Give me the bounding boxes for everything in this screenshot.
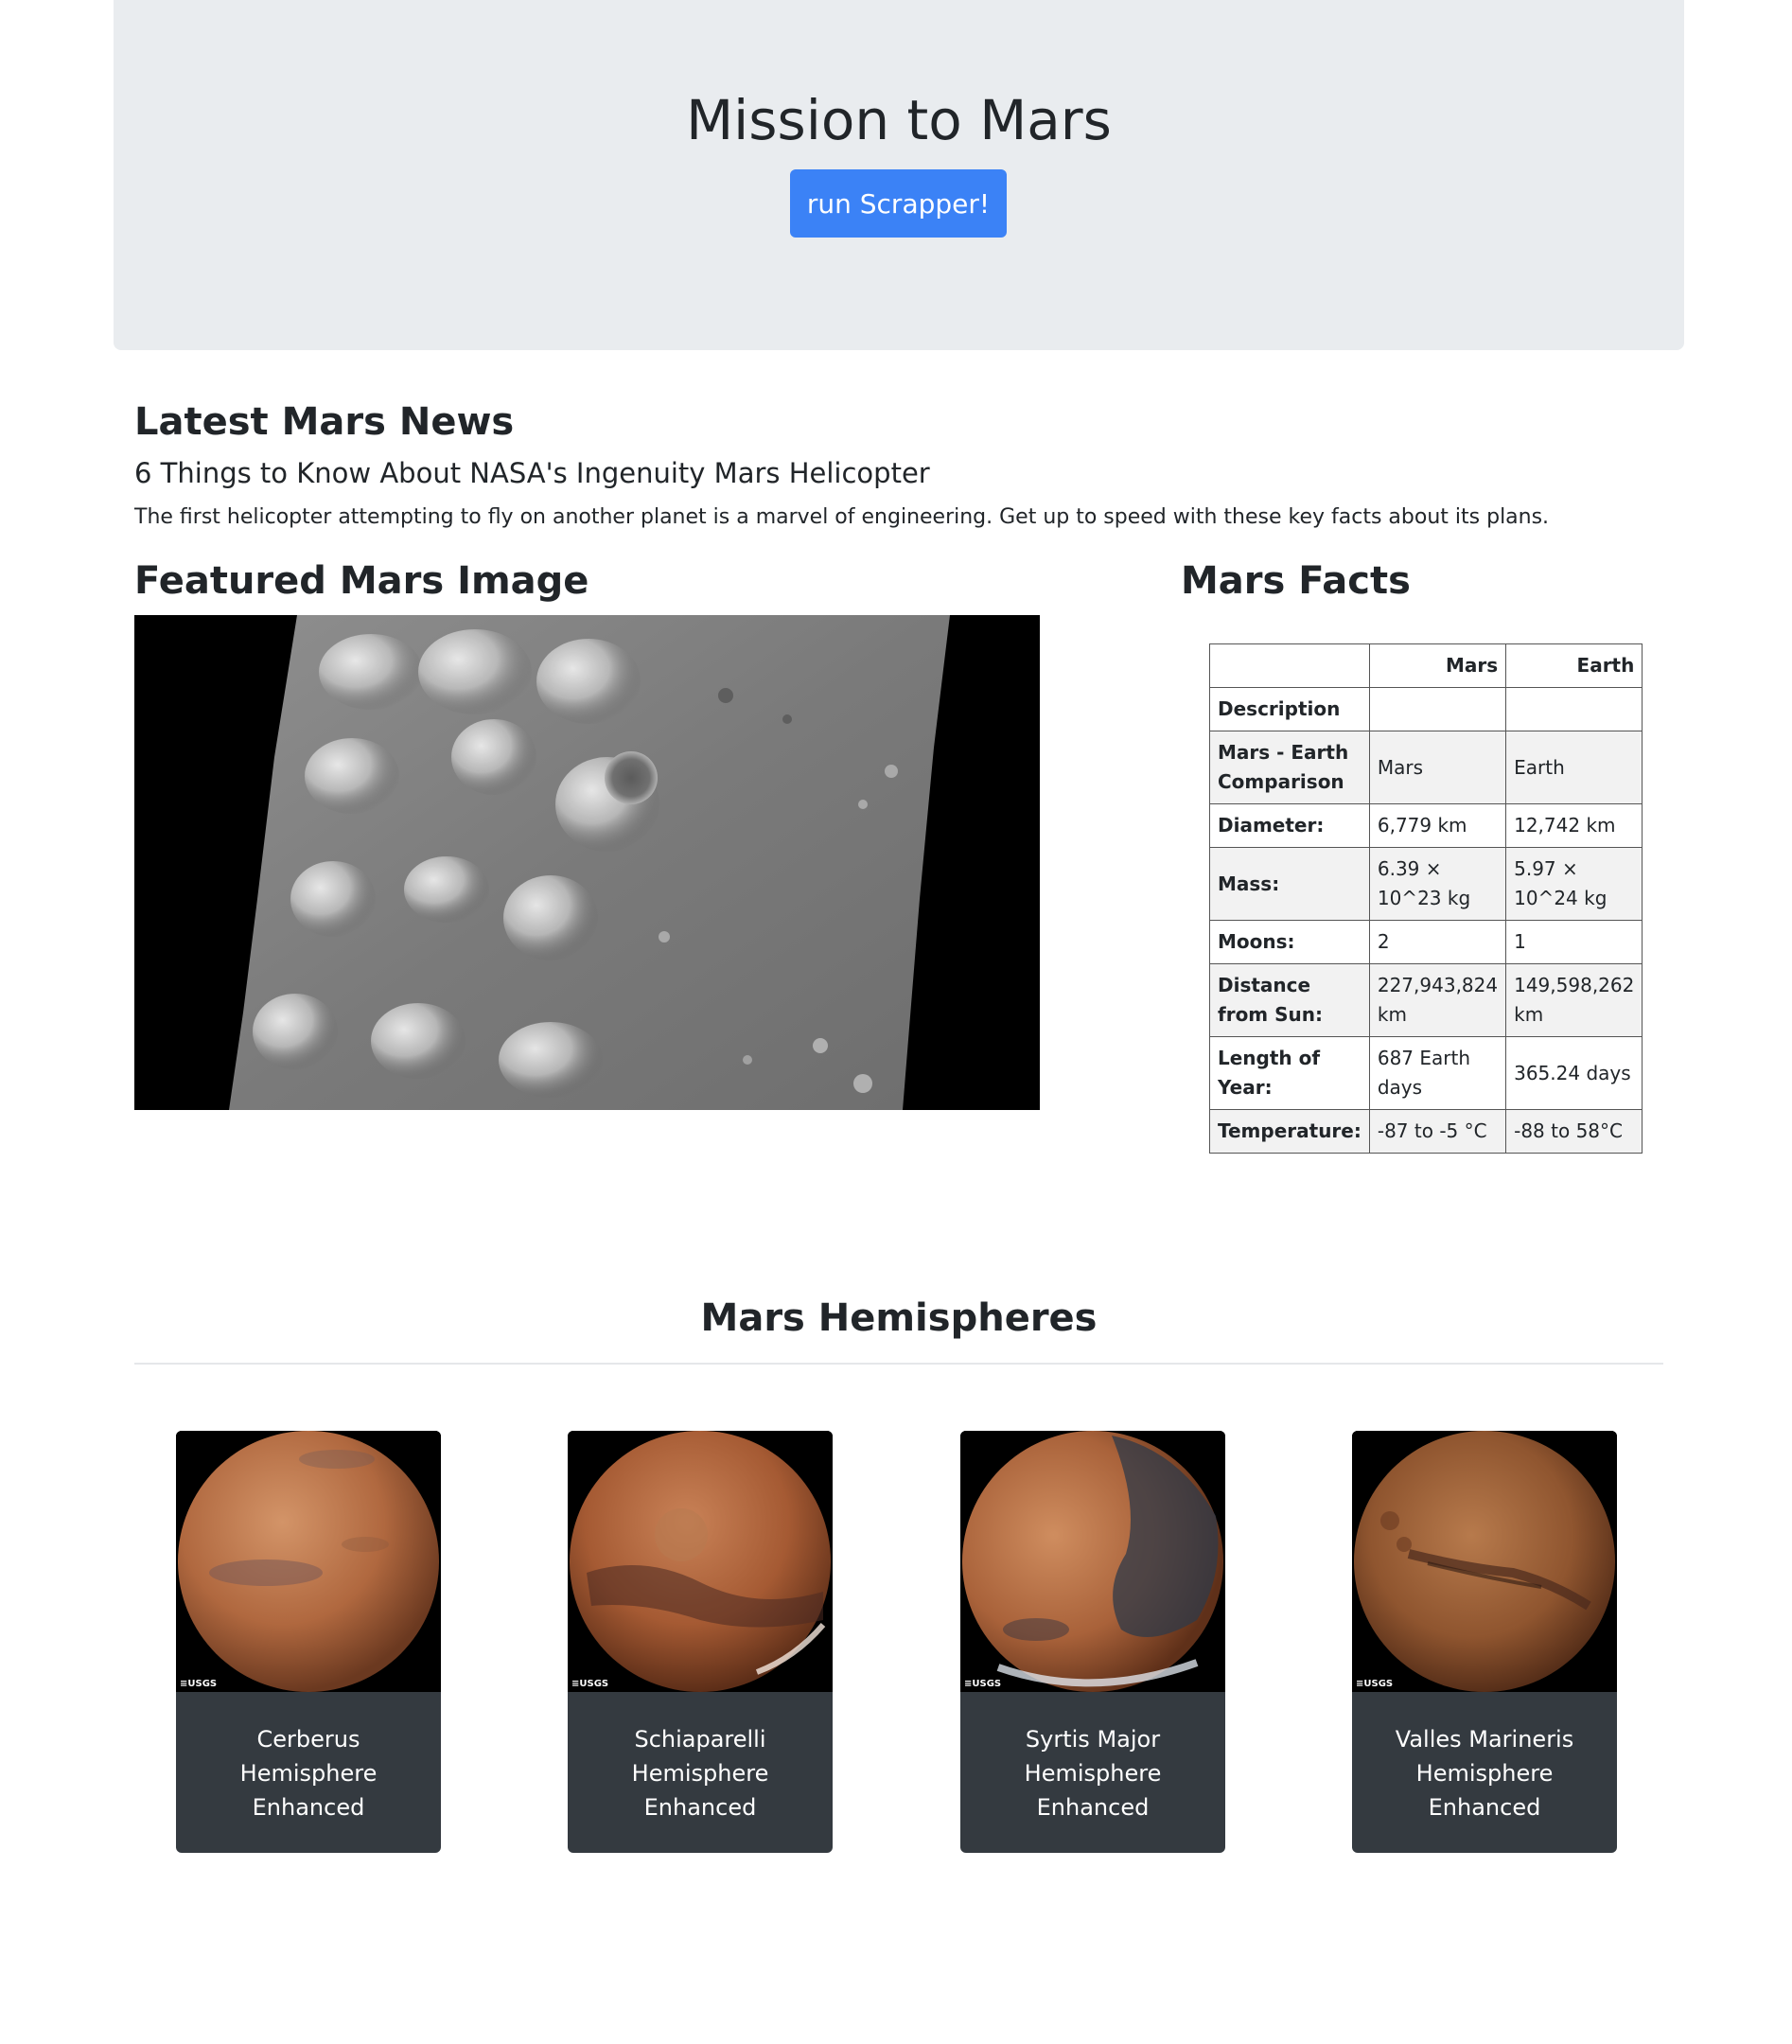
facts-earth-value: 12,742 km [1505,803,1643,848]
facts-earth-value: 5.97 × 10^24 kg [1505,847,1643,921]
facts-row: Description [1209,687,1643,731]
hemisphere-title[interactable]: Syrtis Major Hemisphere Enhanced [970,1722,1216,1824]
facts-row-label: Distance from Sun: [1209,963,1370,1037]
facts-row-label: Description [1209,687,1370,731]
facts-row: Moons: 2 1 [1209,920,1643,964]
news-paragraph: The first helicopter attempting to fly o… [134,505,1550,529]
mars-globe-valles-marineris [1352,1431,1617,1692]
hemisphere-card-valles-marineris[interactable]: ≡USGS Valles Marineris Hemisphere Enhanc… [1352,1431,1617,1853]
news-headline: 6 Things to Know About NASA's Ingenuity … [134,457,930,489]
facts-row-label: Moons: [1209,920,1370,964]
facts-row: Length of Year: 687 Earth days 365.24 da… [1209,1036,1643,1110]
hemisphere-image-cerberus[interactable]: ≡USGS [176,1431,441,1692]
facts-row: Diameter: 6,779 km 12,742 km [1209,803,1643,848]
facts-row: Mass: 6.39 × 10^23 kg 5.97 × 10^24 kg [1209,847,1643,921]
facts-row-label: Mass: [1209,847,1370,921]
hemisphere-image-syrtis-major[interactable]: ≡USGS [960,1431,1225,1692]
mars-globe-syrtis-major [960,1431,1225,1692]
facts-mars-value: 6,779 km [1368,803,1507,848]
facts-earth-value: 365.24 days [1505,1036,1643,1110]
hemisphere-image-schiaparelli[interactable]: ≡USGS [568,1431,833,1692]
facts-section-title: Mars Facts [1181,559,1411,603]
facts-row: Temperature: -87 to -5 °C -88 to 58°C [1209,1109,1643,1154]
jumbotron-header: Mission to Mars run Scrapper! [114,0,1684,350]
facts-earth-value: Earth [1505,731,1643,804]
mars-facts-table: Mars Earth Description Mars - Earth Comp… [1209,643,1643,1154]
facts-earth-value [1505,687,1643,731]
facts-earth-value: 149,598,262 km [1505,963,1643,1037]
facts-mars-value: 687 Earth days [1368,1036,1507,1110]
usgs-logo: ≡USGS [1356,1679,1394,1689]
facts-earth-value: 1 [1505,920,1643,964]
facts-col-header-mars: Mars [1368,643,1507,688]
section-divider [134,1363,1663,1365]
facts-mars-value: 227,943,824 km [1368,963,1507,1037]
hemisphere-title[interactable]: Schiaparelli Hemisphere Enhanced [577,1722,823,1824]
hemisphere-image-valles-marineris[interactable]: ≡USGS [1352,1431,1617,1692]
hemisphere-card-schiaparelli[interactable]: ≡USGS Schiaparelli Hemisphere Enhanced [568,1431,833,1853]
featured-image-title: Featured Mars Image [134,559,589,603]
page-title: Mission to Mars [686,88,1112,152]
hemisphere-card-syrtis-major[interactable]: ≡USGS Syrtis Major Hemisphere Enhanced [960,1431,1225,1853]
facts-row-label: Length of Year: [1209,1036,1370,1110]
facts-earth-value: -88 to 58°C [1505,1109,1643,1154]
facts-row-label: Diameter: [1209,803,1370,848]
news-section-title: Latest Mars News [134,400,515,444]
facts-header-row: Mars Earth [1209,643,1643,688]
facts-mars-value: 6.39 × 10^23 kg [1368,847,1507,921]
usgs-logo: ≡USGS [180,1679,218,1689]
hemisphere-title[interactable]: Cerberus Hemisphere Enhanced [185,1722,431,1824]
usgs-logo: ≡USGS [964,1679,1002,1689]
hemisphere-title[interactable]: Valles Marineris Hemisphere Enhanced [1362,1722,1608,1824]
usgs-logo: ≡USGS [571,1679,609,1689]
facts-row-label: Mars - Earth Comparison [1209,731,1370,804]
mars-globe-schiaparelli [568,1431,833,1692]
facts-mars-value: 2 [1368,920,1507,964]
facts-mars-value: -87 to -5 °C [1368,1109,1507,1154]
mars-surface-image [134,615,1040,1110]
facts-row: Distance from Sun: 227,943,824 km 149,59… [1209,963,1643,1037]
facts-col-header-earth: Earth [1505,643,1643,688]
facts-mars-value: Mars [1368,731,1507,804]
facts-row-label: Temperature: [1209,1109,1370,1154]
hemispheres-section-title: Mars Hemispheres [700,1296,1098,1340]
run-scraper-button[interactable]: run Scrapper! [790,169,1007,238]
mars-globe-cerberus [176,1431,441,1692]
hemisphere-card-cerberus[interactable]: ≡USGS Cerberus Hemisphere Enhanced [176,1431,441,1853]
facts-mars-value [1368,687,1507,731]
facts-col-header [1209,643,1370,688]
featured-mars-image[interactable] [134,615,1040,1110]
facts-row: Mars - Earth Comparison Mars Earth [1209,731,1643,804]
